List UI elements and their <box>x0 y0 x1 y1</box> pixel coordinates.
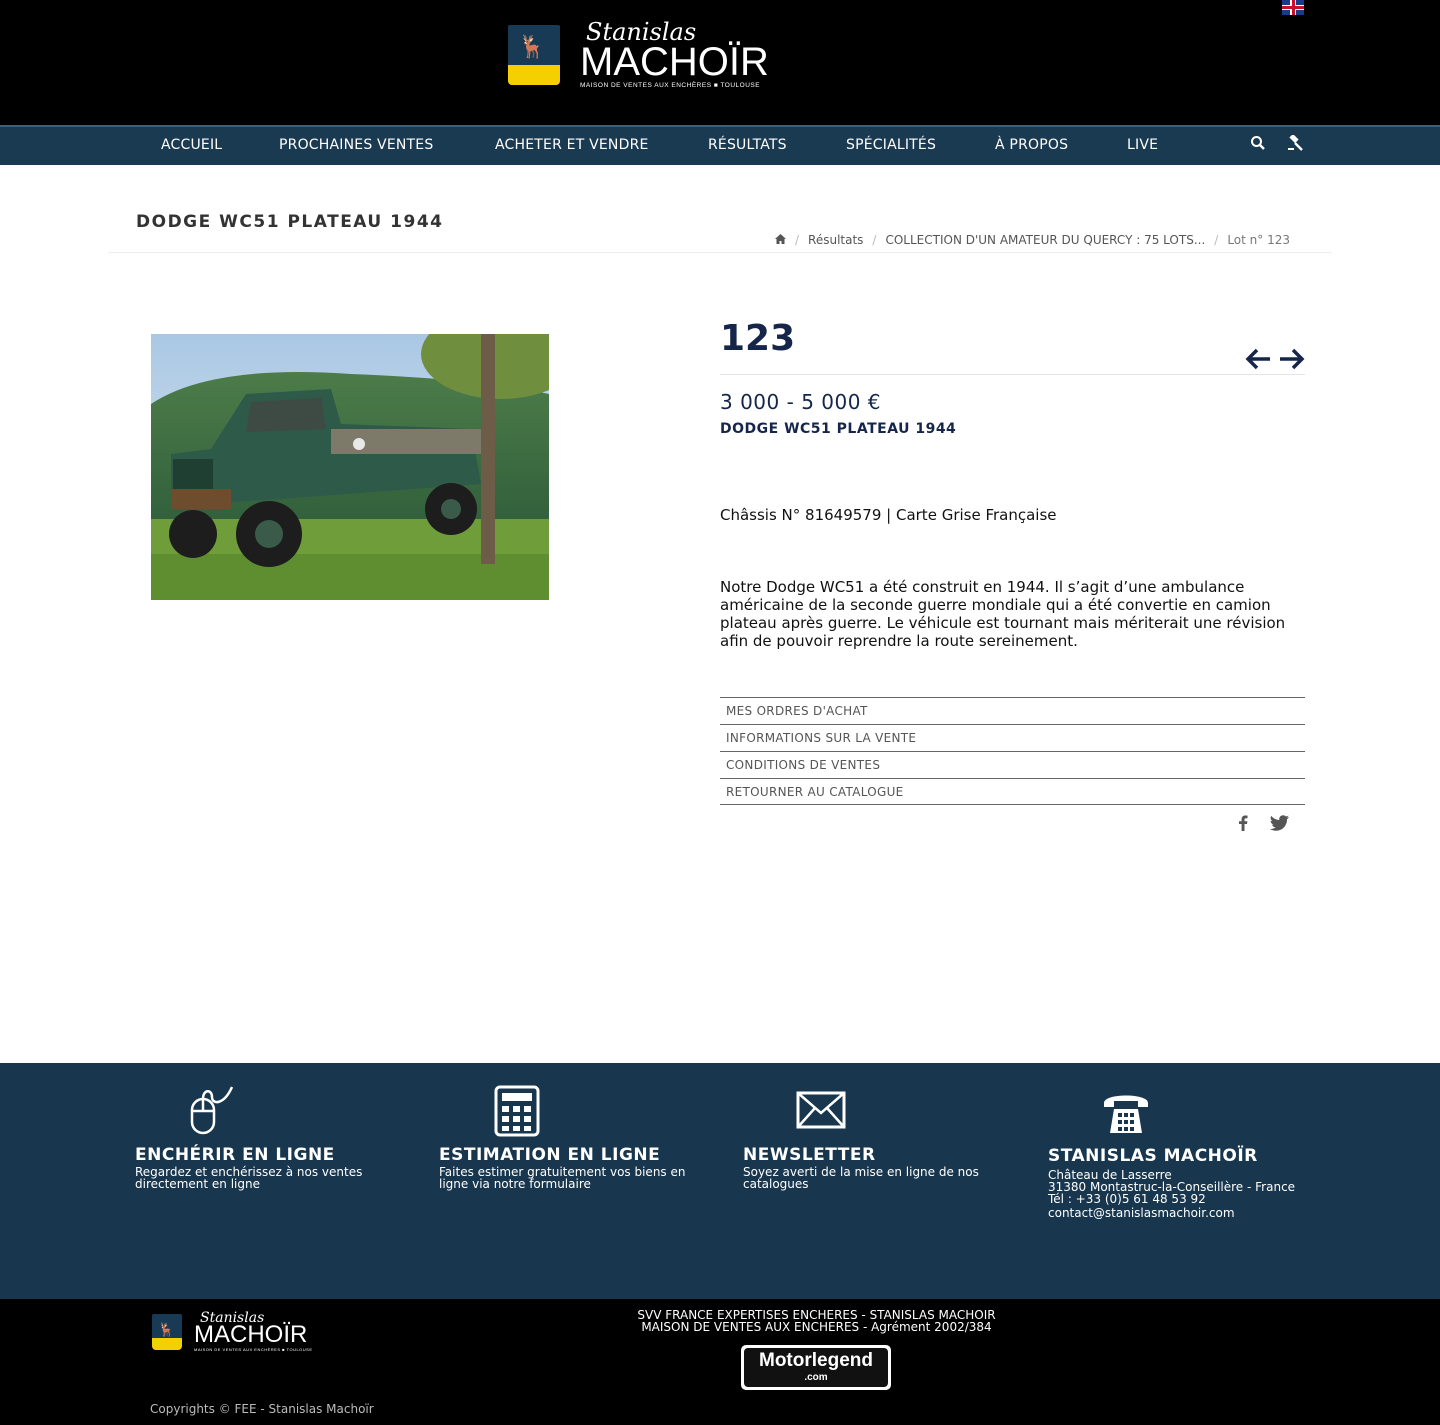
breadcrumb-resultats[interactable]: Résultats <box>808 233 863 247</box>
logo-shield-icon: 🦌 <box>508 25 560 85</box>
logo-sub-text: MAISON DE VENTES AUX ENCHÈRES ■ TOULOUSE <box>580 82 761 90</box>
share-buttons <box>1238 815 1289 835</box>
divider <box>720 374 1305 375</box>
link-informations-vente[interactable]: INFORMATIONS SUR LA VENTE <box>720 724 1305 751</box>
breadcrumb-collection[interactable]: COLLECTION D'UN AMATEUR DU QUERCY : 75 L… <box>885 233 1205 247</box>
gavel-icon[interactable] <box>1287 133 1304 156</box>
footer-title-estimation[interactable]: ESTIMATION EN LIGNE <box>439 1145 660 1165</box>
lot-navigation <box>1244 345 1306 373</box>
site-logo[interactable]: 🦌 Stanislas MACHOÏR MAISON DE VENTES AUX… <box>508 20 778 90</box>
lot-number: 123 <box>720 318 796 359</box>
uk-flag-icon[interactable] <box>1282 0 1304 15</box>
link-mes-ordres-achat[interactable]: MES ORDRES D'ACHAT <box>720 697 1305 724</box>
footer-logo[interactable]: 🦌 Stanislas MACHOÏR MAISON DE VENTES AUX… <box>152 1311 313 1352</box>
link-retourner-catalogue[interactable]: RETOURNER AU CATALOGUE <box>720 778 1305 805</box>
page-title: DODGE WC51 PLATEAU 1944 <box>136 212 444 232</box>
logo-main-text: MACHOÏR <box>580 40 769 85</box>
header: 🦌 Stanislas MACHOÏR MAISON DE VENTES AUX… <box>0 0 1440 125</box>
twitter-icon[interactable] <box>1270 815 1289 835</box>
envelope-icon <box>796 1091 848 1143</box>
lot-estimate: 3 000 - 5 000 € <box>720 390 882 414</box>
nav-item-specialites[interactable]: SPÉCIALITÉS <box>846 137 936 153</box>
breadcrumb: / Résultats / COLLECTION D'UN AMATEUR DU… <box>774 233 1290 247</box>
arrow-right-icon[interactable] <box>1278 345 1306 373</box>
nav-item-a-propos[interactable]: À PROPOS <box>995 137 1068 153</box>
lot-photo[interactable] <box>151 334 549 600</box>
nav-item-accueil[interactable]: ACCUEIL <box>161 137 222 153</box>
contact-email-link[interactable]: contact@stanislasmachoir.com <box>1048 1207 1295 1219</box>
mouse-icon <box>188 1085 240 1137</box>
link-conditions-ventes[interactable]: CONDITIONS DE VENTES <box>720 751 1305 778</box>
footer-text-contact: Château de Lasserre 31380 Montastruc-la-… <box>1048 1168 1296 1220</box>
footer-text-newsletter: Soyez averti de la mise en ligne de nos … <box>743 1165 979 1191</box>
facebook-icon[interactable] <box>1238 815 1248 835</box>
footer: ENCHÉRIR EN LIGNE Regardez et enchérisse… <box>0 1063 1440 1299</box>
footer-text-encherir: Regardez et enchérissez à nos ventes dir… <box>135 1165 363 1191</box>
lot-description: Notre Dodge WC51 a été construit en 1944… <box>720 578 1286 650</box>
copyright: Copyrights © FEE - Stanislas Machoïr <box>150 1402 374 1416</box>
search-icon[interactable] <box>1250 135 1266 155</box>
nav-item-resultats[interactable]: RÉSULTATS <box>708 137 787 153</box>
breadcrumb-lot: Lot n° 123 <box>1227 233 1290 247</box>
lot-name: DODGE WC51 PLATEAU 1944 <box>720 421 957 437</box>
logo-shield-icon: 🦌 <box>152 1313 182 1350</box>
phone-icon <box>1102 1089 1154 1141</box>
home-icon[interactable] <box>774 233 786 247</box>
footer-title-contact: STANISLAS MACHOÏR <box>1048 1146 1258 1166</box>
calculator-icon <box>494 1085 546 1137</box>
nav-item-acheter-et-vendre[interactable]: ACHETER ET VENDRE <box>495 137 649 153</box>
lot-chassis: Châssis N° 81649579 | Carte Grise França… <box>720 506 1057 524</box>
footer-title-encherir[interactable]: ENCHÉRIR EN LIGNE <box>135 1145 335 1165</box>
lot-links: MES ORDRES D'ACHAT INFORMATIONS SUR LA V… <box>720 697 1305 805</box>
footer-text-estimation: Faites estimer gratuitement vos biens en… <box>439 1165 686 1191</box>
arrow-left-icon[interactable] <box>1244 345 1272 373</box>
footer-title-newsletter[interactable]: NEWSLETTER <box>743 1145 876 1165</box>
main-nav: ACCUEIL PROCHAINES VENTES ACHETER ET VEN… <box>0 125 1440 165</box>
nav-item-live[interactable]: LIVE <box>1127 137 1158 153</box>
divider <box>108 252 1332 253</box>
motorlegend-logo[interactable]: Motorlegend .com <box>741 1345 891 1390</box>
nav-item-prochaines-ventes[interactable]: PROCHAINES VENTES <box>279 137 433 153</box>
company-info: SVV FRANCE EXPERTISES ENCHERES - STANISL… <box>637 1308 996 1334</box>
bottom-bar: 🦌 Stanislas MACHOÏR MAISON DE VENTES AUX… <box>0 1299 1440 1425</box>
